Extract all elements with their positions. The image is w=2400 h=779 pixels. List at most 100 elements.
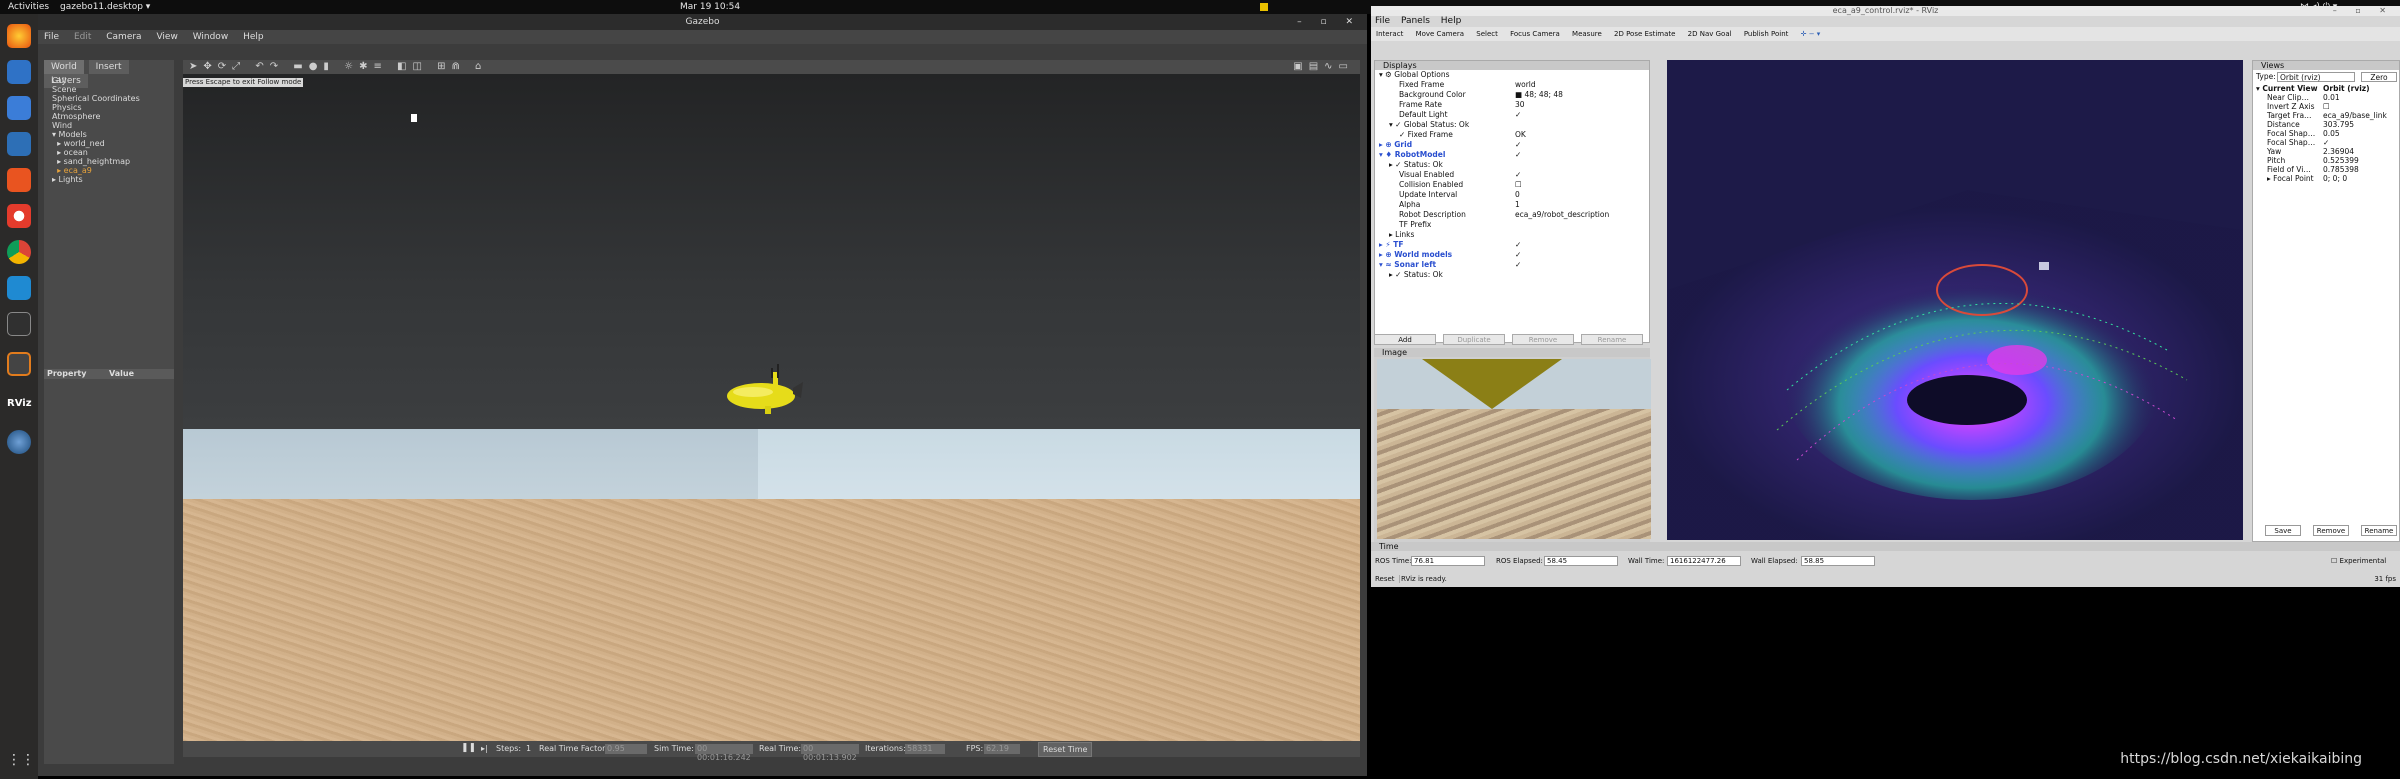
menu-view[interactable]: View xyxy=(150,30,183,44)
tool-move-camera[interactable]: Move Camera xyxy=(1416,30,1464,38)
display-row-value[interactable]: ✓ xyxy=(1515,240,1521,250)
tree-item[interactable]: ▸ world_ned xyxy=(52,139,174,148)
view-property-row[interactable]: Yaw 2.36904 xyxy=(2253,147,2399,156)
display-row-value[interactable]: ■ 48; 48; 48 xyxy=(1515,90,1563,100)
chrome-icon[interactable] xyxy=(7,240,31,264)
files-icon[interactable] xyxy=(7,96,31,120)
activities-button[interactable]: Activities xyxy=(8,2,49,12)
status-indicator-icon[interactable] xyxy=(1260,3,1268,11)
display-row[interactable]: ✓ Fixed Frame OK xyxy=(1375,130,1649,140)
add-display-button[interactable]: Add xyxy=(1374,334,1436,345)
remove-display-button[interactable]: Remove xyxy=(1512,334,1574,345)
tree-item[interactable]: ▸ Lights xyxy=(52,175,174,184)
tab-world[interactable]: World xyxy=(44,60,84,74)
display-row[interactable]: Alpha 1 xyxy=(1375,200,1649,210)
view-property-row[interactable]: ▾ Current View Orbit (rviz) xyxy=(2253,84,2399,93)
view-property-row[interactable]: Field of Vi… 0.785398 xyxy=(2253,165,2399,174)
tool-plus-minus-icons[interactable]: ✛ − ▾ xyxy=(1801,30,1821,38)
tool-2d-pose[interactable]: 2D Pose Estimate xyxy=(1614,30,1675,38)
thunderbird-icon[interactable] xyxy=(7,60,31,84)
wall-elapsed-field[interactable]: 58.85 xyxy=(1801,556,1875,566)
app-menu[interactable]: gazebo11.desktop ▾ xyxy=(60,2,150,12)
gazebo-3d-scene[interactable] xyxy=(183,74,1360,755)
tool-publish-point[interactable]: Publish Point xyxy=(1744,30,1789,38)
display-row[interactable]: ▾ ♦ RobotModel ✓ xyxy=(1375,150,1649,160)
tab-insert[interactable]: Insert xyxy=(88,60,129,74)
display-row-value[interactable]: ✓ xyxy=(1515,140,1521,150)
display-row-value[interactable]: world xyxy=(1515,80,1536,90)
window-controls[interactable]: – ▫ ✕ xyxy=(1297,14,1361,30)
display-row[interactable]: ▾ ≈ Sonar left ✓ xyxy=(1375,260,1649,270)
view-property-value[interactable]: ☐ xyxy=(2323,102,2330,111)
tree-item[interactable]: ▸ sand_heightmap xyxy=(52,157,174,166)
reset-time-button[interactable]: Reset Time xyxy=(1038,742,1093,757)
firefox-icon[interactable] xyxy=(7,24,31,48)
view-property-row[interactable]: Target Fra… eca_a9/base_link xyxy=(2253,111,2399,120)
rviz-window-controls[interactable]: – ▫ ✕ xyxy=(2333,6,2394,15)
display-row[interactable]: ▸ ⊕ Grid ✓ xyxy=(1375,140,1649,150)
wall-time-field[interactable]: 1616122477.26 xyxy=(1667,556,1741,566)
tool-focus-camera[interactable]: Focus Camera xyxy=(1510,30,1560,38)
tool-interact[interactable]: Interact xyxy=(1376,30,1403,38)
tree-item[interactable]: Scene xyxy=(52,85,174,94)
view-property-value[interactable]: 0.785398 xyxy=(2323,165,2359,174)
view-property-value[interactable]: 2.36904 xyxy=(2323,147,2354,156)
software-icon[interactable] xyxy=(7,168,31,192)
view-property-row[interactable]: Focal Shap… ✓ xyxy=(2253,138,2399,147)
view-property-row[interactable]: Pitch 0.525399 xyxy=(2253,156,2399,165)
display-row-value[interactable]: 0 xyxy=(1515,190,1520,200)
menu-edit[interactable]: Edit xyxy=(68,30,97,44)
views-type-select[interactable]: Orbit (rviz) xyxy=(2277,72,2355,82)
view-property-value[interactable]: Orbit (rviz) xyxy=(2323,84,2370,93)
display-row[interactable]: Fixed Frame world xyxy=(1375,80,1649,90)
display-row-value[interactable]: ✓ xyxy=(1515,260,1521,270)
tree-item[interactable]: ▸ eca_a9 xyxy=(52,166,174,175)
rviz-icon[interactable]: RViz xyxy=(7,392,32,416)
display-row[interactable]: Visual Enabled ✓ xyxy=(1375,170,1649,180)
view-property-row[interactable]: Focal Shap… 0.05 xyxy=(2253,129,2399,138)
display-row[interactable]: Background Color ■ 48; 48; 48 xyxy=(1375,90,1649,100)
display-row[interactable]: Frame Rate 30 xyxy=(1375,100,1649,110)
toolbar-icons[interactable]: ➤✥⟳⤢ ↶↷ ▬●▮ ☼✱≡ ◧◫ ⊞⋒ ⌂ xyxy=(189,61,487,72)
menu-window[interactable]: Window xyxy=(187,30,235,44)
view-property-row[interactable]: Distance 303.795 xyxy=(2253,120,2399,129)
tool-measure[interactable]: Measure xyxy=(1572,30,1602,38)
display-row-value[interactable]: ✓ xyxy=(1515,170,1521,180)
clock[interactable]: Mar 19 10:54 xyxy=(680,2,740,12)
tree-item[interactable]: ▾ Models xyxy=(52,130,174,139)
display-row[interactable]: ▾ ⚙ Global Options xyxy=(1375,70,1649,80)
view-property-row[interactable]: ▸ Focal Point 0; 0; 0 xyxy=(2253,174,2399,183)
menu-help[interactable]: Help xyxy=(237,30,270,44)
tree-item[interactable]: Wind xyxy=(52,121,174,130)
rviz-3d-view[interactable] xyxy=(1667,60,2243,540)
view-property-value[interactable]: ✓ xyxy=(2323,138,2329,147)
views-rename-button[interactable]: Rename xyxy=(2361,525,2397,536)
vscode-icon[interactable] xyxy=(7,276,31,300)
ros-time-field[interactable]: 76.81 xyxy=(1411,556,1485,566)
views-remove-button[interactable]: Remove xyxy=(2313,525,2349,536)
views-save-button[interactable]: Save xyxy=(2265,525,2301,536)
display-row[interactable]: Update Interval 0 xyxy=(1375,190,1649,200)
writer-icon[interactable] xyxy=(7,132,31,156)
display-row[interactable]: ▸ Links xyxy=(1375,230,1649,240)
view-property-value[interactable]: eca_a9/base_link xyxy=(2323,111,2387,120)
tool-select[interactable]: Select xyxy=(1476,30,1498,38)
rviz-menu-file[interactable]: File xyxy=(1375,16,1390,26)
view-property-row[interactable]: Invert Z Axis ☐ xyxy=(2253,102,2399,111)
display-row-value[interactable]: OK xyxy=(1515,130,1526,140)
ros-elapsed-field[interactable]: 58.45 xyxy=(1544,556,1618,566)
display-row[interactable]: Default Light ✓ xyxy=(1375,110,1649,120)
display-row-value[interactable]: 30 xyxy=(1515,100,1525,110)
step-icon[interactable]: ▸| xyxy=(481,744,488,753)
display-row[interactable]: ▸ ⊕ World models ✓ xyxy=(1375,250,1649,260)
display-row-value[interactable]: ✓ xyxy=(1515,150,1521,160)
view-property-value[interactable]: 0.01 xyxy=(2323,93,2340,102)
tree-item[interactable]: ▸ ocean xyxy=(52,148,174,157)
pause-button[interactable]: ❚❚ xyxy=(461,743,476,753)
rviz-menu-help[interactable]: Help xyxy=(1441,16,1462,26)
view-property-value[interactable]: 303.795 xyxy=(2323,120,2354,129)
display-row-value[interactable]: ✓ xyxy=(1515,110,1521,120)
view-property-row[interactable]: Near Clip… 0.01 xyxy=(2253,93,2399,102)
display-row[interactable]: Collision Enabled ☐ xyxy=(1375,180,1649,190)
help-icon[interactable] xyxy=(7,204,31,228)
